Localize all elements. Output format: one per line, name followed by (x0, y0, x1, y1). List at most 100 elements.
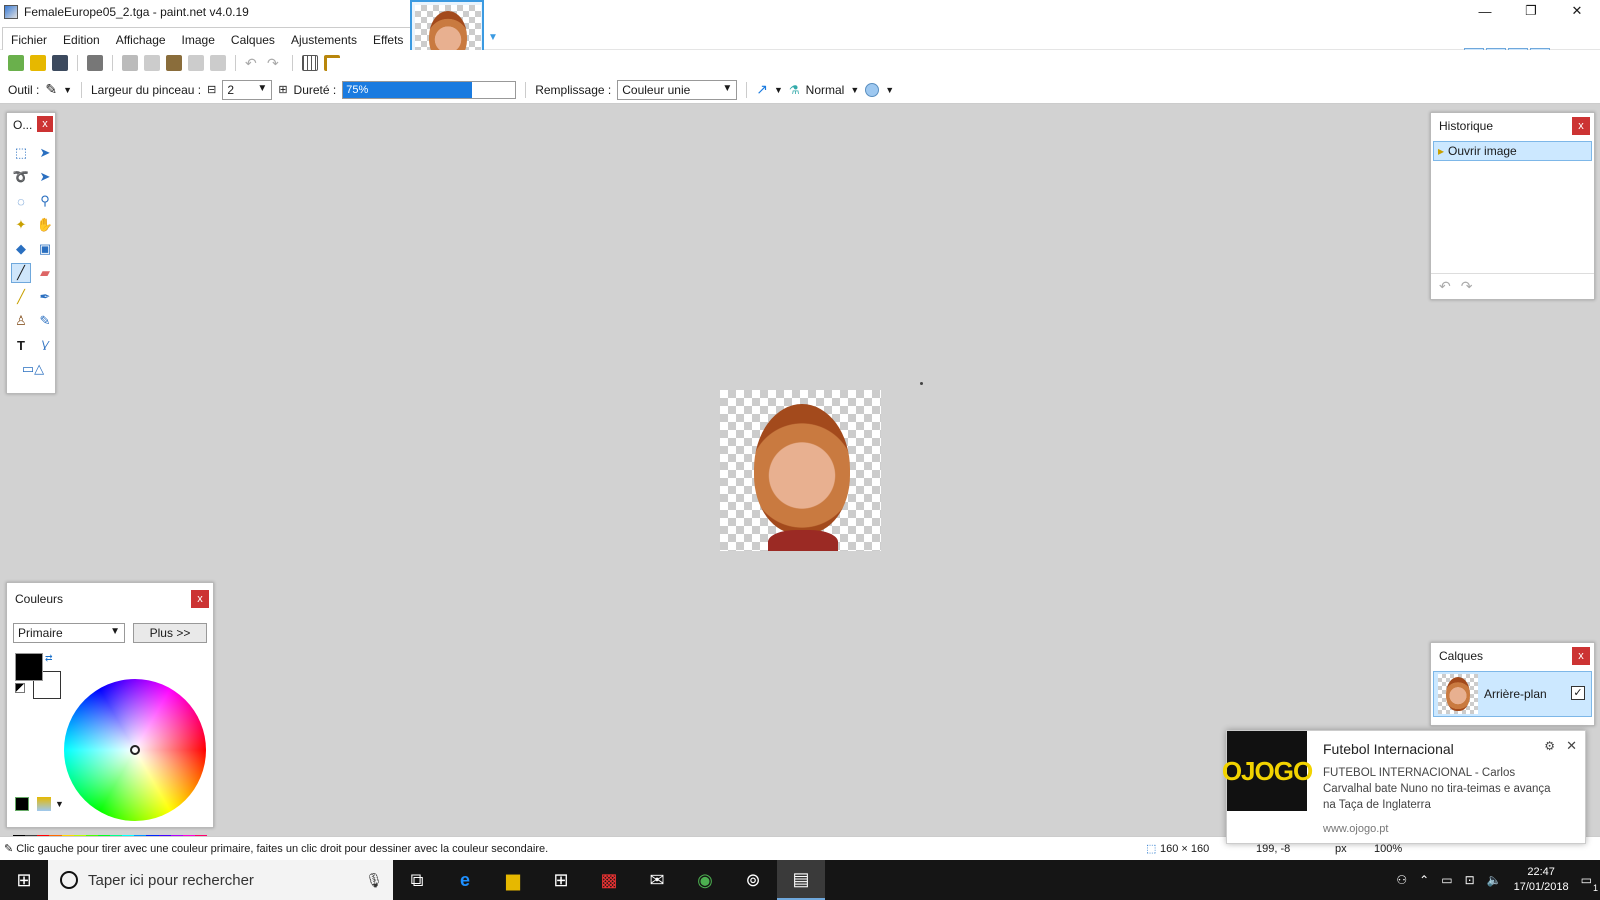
gradient-icon[interactable]: ▣ (35, 239, 55, 259)
brush-width-input[interactable]: 2 ▼ (222, 79, 273, 100)
action-center-icon[interactable]: ▭ 1 (1581, 873, 1598, 893)
microphone-icon[interactable]: 🎙 (365, 872, 383, 889)
pan-hand-icon[interactable]: ✋ (35, 215, 55, 235)
steam-icon[interactable]: ⊚ (729, 860, 777, 900)
notification-toast[interactable]: OJOGO Futebol Internacional FUTEBOL INTE… (1222, 730, 1586, 844)
color-wheel[interactable] (64, 679, 206, 821)
toast-settings-icon[interactable]: ⚙ (1544, 739, 1555, 753)
lasso-select-icon[interactable]: ➰ (11, 167, 31, 187)
line-curve-icon[interactable]: \∕ (35, 335, 55, 355)
increase-width-icon[interactable]: ⊞ (278, 83, 287, 96)
blend-mode-dropdown-icon[interactable]: ▼ (850, 85, 859, 95)
show-hidden-icons[interactable]: ⌃ (1419, 873, 1429, 887)
layer-visibility-checkbox[interactable]: ✓ (1571, 686, 1585, 700)
crop-icon[interactable] (188, 55, 204, 71)
selection-mode-icon[interactable] (865, 82, 880, 97)
menu-ajustements[interactable]: Ajustements (283, 28, 365, 51)
color-mode-select[interactable]: Primaire ▼ (13, 623, 125, 643)
taskbar-search-box[interactable]: Taper ici pour rechercher 🎙 (48, 860, 393, 900)
fill-select[interactable]: Couleur unie ▼ (617, 79, 738, 100)
tool-dropdown-icon[interactable]: ▼ (63, 85, 72, 95)
history-panel-close-button[interactable]: x (1572, 117, 1590, 135)
blend-mode-value[interactable]: Normal (806, 83, 845, 97)
task-view-icon[interactable]: ⧉ (393, 860, 441, 900)
menu-affichage[interactable]: Affichage (108, 28, 174, 51)
more-colors-button[interactable]: Plus >> (133, 623, 207, 643)
recolor-icon[interactable]: ✎ (35, 311, 55, 331)
redo-icon[interactable]: ↷ (267, 55, 283, 71)
save-icon[interactable] (52, 55, 68, 71)
swap-colors-icon[interactable]: ⇄ (45, 653, 53, 664)
mail-icon[interactable]: ✉ (633, 860, 681, 900)
primary-color-swatch[interactable] (15, 653, 43, 681)
reset-colors-icon[interactable] (15, 683, 25, 693)
paint-bucket-icon[interactable]: ◆ (11, 239, 31, 259)
paintnet-taskbar-icon[interactable]: ▤ (777, 860, 825, 900)
colors-panel-close-button[interactable]: x (191, 590, 209, 608)
grid-icon[interactable] (302, 55, 318, 71)
magic-wand-icon[interactable]: ✦ (11, 215, 31, 235)
rectangle-select-icon[interactable]: ⬚ (11, 143, 31, 163)
paintbrush-tool-icon[interactable]: ╱ (11, 263, 31, 283)
cut-icon[interactable] (122, 55, 138, 71)
menu-effets[interactable]: Effets (365, 28, 411, 51)
rulers-icon[interactable] (324, 55, 340, 71)
file-explorer-icon[interactable]: ▆ (489, 860, 537, 900)
new-image-icon[interactable] (8, 55, 24, 71)
canvas-image[interactable] (720, 390, 881, 551)
palette-menu-icon[interactable] (37, 797, 51, 811)
history-redo-icon[interactable]: ↷ (1461, 278, 1473, 295)
volume-icon[interactable]: 🔈 (1487, 873, 1502, 887)
add-to-palette-icon[interactable] (15, 797, 29, 811)
clock[interactable]: 22:47 17/01/2018 (1514, 865, 1569, 895)
battery-icon[interactable]: ▭ (1441, 873, 1452, 887)
minimize-button[interactable]: — (1462, 0, 1508, 22)
menu-calques[interactable]: Calques (223, 28, 283, 51)
text-tool-icon[interactable]: T (11, 335, 31, 355)
hardness-slider[interactable]: 75% (342, 80, 517, 99)
toast-close-icon[interactable]: ✕ (1566, 738, 1577, 754)
layers-panel: Calques x Arrière-plan ✓ (1430, 642, 1595, 726)
undo-icon[interactable]: ↶ (245, 55, 261, 71)
shapes-icon[interactable]: ▭△ (11, 359, 55, 379)
layers-panel-close-button[interactable]: x (1572, 647, 1590, 665)
store-icon[interactable]: ⊞ (537, 860, 585, 900)
zoom-level[interactable]: 100% (1374, 843, 1402, 855)
move-selected-pixels-icon[interactable]: ➤ (35, 143, 55, 163)
close-button[interactable]: ✕ (1554, 0, 1600, 22)
selection-mode-dropdown-icon[interactable]: ▼ (885, 85, 894, 95)
people-icon[interactable]: ⚇ (1396, 873, 1407, 887)
image-list-dropdown-icon[interactable]: ▼ (488, 32, 498, 43)
eraser-icon[interactable]: ▰ (35, 263, 55, 283)
windows-start-icon[interactable]: ⊞ (0, 860, 48, 900)
move-selection-icon[interactable]: ➤ (35, 167, 55, 187)
history-item[interactable]: ▸ Ouvrir image (1433, 141, 1592, 161)
chrome-icon[interactable]: ◉ (681, 860, 729, 900)
edge-browser-icon[interactable]: e (441, 860, 489, 900)
units-select[interactable]: px (1335, 843, 1347, 855)
tools-panel-close-button[interactable]: x (37, 116, 53, 132)
open-file-icon[interactable] (30, 55, 46, 71)
antialiasing-dropdown-icon[interactable]: ▼ (774, 85, 783, 95)
layer-item[interactable]: Arrière-plan ✓ (1433, 671, 1592, 717)
deselect-icon[interactable] (210, 55, 226, 71)
history-undo-icon[interactable]: ↶ (1439, 278, 1451, 295)
decrease-width-icon[interactable]: ⊟ (207, 83, 216, 96)
paste-icon[interactable] (166, 55, 182, 71)
antialiasing-icon[interactable]: ↗ (756, 81, 768, 98)
zoom-icon[interactable]: ⚲ (35, 191, 55, 211)
paintbrush-icon[interactable]: ✎ (45, 81, 57, 98)
menu-edition[interactable]: Edition (55, 28, 108, 51)
palette-dropdown-icon[interactable]: ▼ (55, 799, 64, 809)
gift-app-icon[interactable]: ▩ (585, 860, 633, 900)
pencil-icon[interactable]: ╱ (11, 287, 31, 307)
clone-stamp-icon[interactable]: ♙ (11, 311, 31, 331)
menu-image[interactable]: Image (174, 28, 223, 51)
print-icon[interactable] (87, 55, 103, 71)
restore-button[interactable]: ❐ (1508, 0, 1554, 22)
copy-icon[interactable] (144, 55, 160, 71)
network-icon[interactable]: ⊡ (1465, 873, 1475, 887)
menu-fichier[interactable]: Fichier (3, 28, 55, 51)
color-picker-icon[interactable]: ✒ (35, 287, 55, 307)
ellipse-select-icon[interactable]: ◌ (11, 191, 31, 211)
